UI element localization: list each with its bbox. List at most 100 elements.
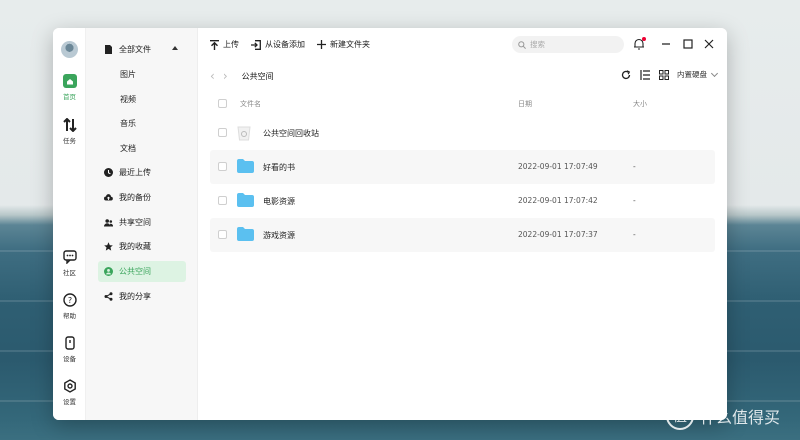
row-checkbox[interactable] <box>218 162 227 171</box>
clock-icon <box>104 168 113 177</box>
minimize-button[interactable] <box>660 38 672 50</box>
home-icon <box>62 74 77 88</box>
row-checkbox[interactable] <box>218 230 227 239</box>
refresh-icon[interactable] <box>621 69 631 80</box>
rail-label: 首页 <box>63 93 76 101</box>
folder-sidebar: 全部文件 图片 视频 音乐 文档 最近上传 我的备份 共享空间 我的收藏 公共空… <box>86 28 198 420</box>
sidebar-item-my-shares[interactable]: 我的分享 <box>98 286 186 307</box>
rail-label: 帮助 <box>63 312 76 320</box>
import-icon <box>251 39 261 50</box>
star-icon <box>104 242 113 251</box>
sidebar-item-label: 文档 <box>120 144 136 153</box>
sidebar-item-label: 我的收藏 <box>119 242 151 251</box>
add-from-device-label: 从设备添加 <box>265 40 305 49</box>
collapse-caret-icon[interactable] <box>172 46 178 50</box>
sort-icon[interactable] <box>640 69 650 80</box>
public-icon <box>104 267 113 276</box>
avatar[interactable] <box>61 41 78 58</box>
rail-label: 任务 <box>63 137 76 145</box>
rail-item-home[interactable]: 首页 <box>53 74 86 101</box>
select-all-checkbox[interactable] <box>218 99 227 108</box>
svg-text:?: ? <box>67 296 71 305</box>
sidebar-item-label: 共享空间 <box>119 218 151 227</box>
disk-selector[interactable]: 内置硬盘 <box>677 69 719 80</box>
file-date: 2022-09-01 17:07:49 <box>518 162 598 171</box>
sidebar-item-label: 我的分享 <box>119 292 151 301</box>
new-folder-label: 新建文件夹 <box>330 40 370 49</box>
icon-rail: 首页 任务 社区 ? 帮助 设备 设置 <box>53 28 86 420</box>
file-size: - <box>633 230 636 239</box>
file-date: 2022-09-01 17:07:37 <box>518 230 598 239</box>
folder-icon <box>237 159 254 173</box>
search-input[interactable]: 搜索 <box>530 39 545 50</box>
chevron-down-icon <box>710 69 719 77</box>
rail-item-device[interactable]: 设备 <box>53 336 86 363</box>
cloud-upload-icon <box>104 194 113 201</box>
disk-label: 内置硬盘 <box>677 70 707 79</box>
rail-item-tasks[interactable]: 任务 <box>53 118 86 145</box>
sidebar-item-my-backup[interactable]: 我的备份 <box>98 187 186 208</box>
folder-icon <box>237 193 254 207</box>
file-name: 游戏资源 <box>263 231 295 240</box>
table-row[interactable]: 好看的书 2022-09-01 17:07:49 - <box>210 150 715 184</box>
forward-arrow-icon[interactable]: › <box>223 70 228 82</box>
rail-item-community[interactable]: 社区 <box>53 250 86 277</box>
watermark: 值 什么值得买 <box>665 402 780 430</box>
sidebar-item-label: 音乐 <box>120 119 136 128</box>
watermark-text: 什么值得买 <box>699 408 780 427</box>
row-checkbox[interactable] <box>218 196 227 205</box>
header-name[interactable]: 文件名 <box>240 99 261 109</box>
row-checkbox[interactable] <box>218 128 227 137</box>
device-icon <box>64 336 75 350</box>
add-from-device-button[interactable]: 从设备添加 <box>251 39 305 50</box>
chat-icon <box>62 250 77 264</box>
sidebar-item-label: 图片 <box>120 70 136 79</box>
minimize-icon <box>662 43 670 45</box>
file-date: 2022-09-01 17:07:42 <box>518 196 598 205</box>
transfer-icon <box>62 118 77 132</box>
sidebar-item-all-files[interactable]: 全部文件 <box>98 39 186 60</box>
toolbar: 上传 从设备添加 新建文件夹 搜索 <box>198 28 727 61</box>
sidebar-item-label: 视频 <box>120 95 136 104</box>
new-folder-button[interactable]: 新建文件夹 <box>317 39 370 50</box>
rail-label: 设备 <box>63 355 76 363</box>
back-arrow-icon[interactable]: ‹ <box>210 70 215 82</box>
folder-icon <box>237 227 254 241</box>
header-size[interactable]: 大小 <box>633 99 647 109</box>
file-name: 电影资源 <box>263 197 295 206</box>
view-controls: 内置硬盘 <box>612 69 719 80</box>
maximize-button[interactable] <box>682 38 694 50</box>
header-date[interactable]: 日期 <box>518 99 532 109</box>
gear-icon <box>63 379 76 393</box>
sidebar-item-public-space[interactable]: 公共空间 <box>98 261 186 282</box>
breadcrumb[interactable]: 公共空间 <box>242 71 274 82</box>
file-size: - <box>633 162 636 171</box>
sidebar-item-label: 我的备份 <box>119 193 151 202</box>
rail-label: 设置 <box>63 398 76 406</box>
sidebar-item-shared-space[interactable]: 共享空间 <box>98 212 186 233</box>
rail-item-help[interactable]: ? 帮助 <box>53 293 86 320</box>
file-icon <box>105 45 112 54</box>
table-row[interactable]: 公共空间回收站 <box>210 116 715 150</box>
users-icon <box>104 219 113 227</box>
search-box[interactable]: 搜索 <box>512 36 624 53</box>
grid-view-icon[interactable] <box>659 69 669 80</box>
table-row[interactable]: 游戏资源 2022-09-01 17:07:37 - <box>210 218 715 252</box>
maximize-icon <box>683 39 693 49</box>
upload-button[interactable]: 上传 <box>210 39 239 50</box>
sidebar-item-favorites[interactable]: 我的收藏 <box>98 236 186 257</box>
close-button[interactable] <box>703 38 715 50</box>
sidebar-item-videos[interactable]: 视频 <box>98 89 186 110</box>
sidebar-item-label: 全部文件 <box>119 45 151 54</box>
sidebar-item-documents[interactable]: 文档 <box>98 138 186 159</box>
file-name: 好看的书 <box>263 163 295 172</box>
main-panel: 上传 从设备添加 新建文件夹 搜索 ‹ › 公共空间 内置硬盘 文件名 日期 大… <box>198 28 727 420</box>
table-row[interactable]: 电影资源 2022-09-01 17:07:42 - <box>210 184 715 218</box>
rail-item-settings[interactable]: 设置 <box>53 379 86 406</box>
notification-button[interactable] <box>633 37 646 50</box>
notification-dot <box>642 37 646 41</box>
sidebar-item-recent-uploads[interactable]: 最近上传 <box>98 162 186 183</box>
sidebar-item-music[interactable]: 音乐 <box>98 113 186 134</box>
sidebar-item-pictures[interactable]: 图片 <box>98 64 186 85</box>
rail-label: 社区 <box>63 269 76 277</box>
